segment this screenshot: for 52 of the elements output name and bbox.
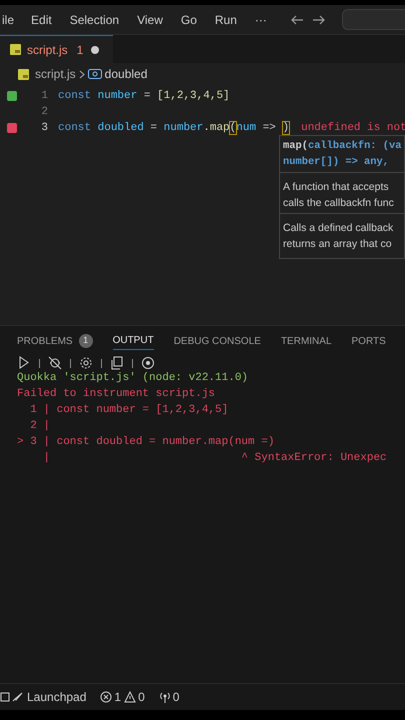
run-icon[interactable] (17, 356, 31, 370)
copy-icon[interactable] (110, 356, 124, 370)
menu-item[interactable]: ile (0, 10, 16, 28)
count-badge: 1 (78, 334, 93, 348)
js-file-icon (10, 44, 21, 55)
panel-tab[interactable]: TERMINAL (280, 332, 332, 350)
output-line: Failed to instrument script.js (17, 387, 216, 402)
chevron-right-icon (78, 70, 85, 78)
line-number: 1 (40, 88, 48, 104)
doc-text: A function that accepts (283, 180, 390, 195)
ports-count[interactable]: 0 (172, 688, 180, 706)
line-number: 2 (40, 104, 48, 120)
back-arrow-icon (290, 14, 304, 26)
output-line: Quokka 'script.js' (node: v22.11.0) (17, 371, 250, 386)
panel-tab[interactable]: DEBUG CONSOLE (174, 332, 261, 350)
launchpad-label[interactable]: Launchpad (27, 688, 86, 706)
tab-label: script.js (27, 42, 68, 58)
doc-text: returns an array that co (283, 237, 393, 252)
output-line: > 3 | const doubled = number.map(num =) (17, 435, 276, 450)
line-number: 3 (40, 120, 48, 136)
menu-item[interactable]: Selection (66, 10, 122, 28)
output-line: 2 | (29, 419, 52, 434)
breadcrumb-file[interactable]: script.js (35, 65, 76, 83)
editor-tab[interactable]: script.js 1 (0, 35, 114, 63)
error-icon (100, 691, 112, 703)
menu-item[interactable]: Run (212, 10, 240, 28)
signature-line: number[]) => any, (283, 155, 390, 170)
js-file-icon (18, 68, 29, 80)
stop-icon[interactable] (141, 356, 155, 370)
menu-item[interactable]: View (134, 10, 166, 28)
menu-item[interactable]: ··· (252, 10, 270, 28)
code-line: const doubled = number.map(num => ) (58, 120, 290, 136)
broadcast-icon (158, 691, 171, 703)
output-line: 1 | const number = [1,2,3,4,5] (29, 403, 230, 418)
breadcrumb-symbol[interactable]: doubled (104, 65, 148, 83)
warning-count[interactable]: 0 (138, 688, 145, 706)
output-line: | ^ SyntaxError: Unexpec (42, 451, 388, 466)
doc-text: Calls a defined callback (283, 221, 394, 236)
warning-icon (124, 691, 136, 703)
menu-item[interactable]: Go (178, 10, 200, 28)
doc-text: calls the callbackfn func (283, 196, 395, 211)
forward-arrow-icon (312, 14, 326, 26)
code-line: const number = [1,2,3,4,5] (58, 88, 230, 104)
problem-count: 1 (76, 42, 84, 58)
panel-tab[interactable]: PORTS (352, 332, 386, 350)
search-field[interactable] (342, 9, 405, 30)
panel-tab[interactable]: PROBLEMS 1 (17, 332, 93, 350)
panel-tab[interactable]: OUTPUT (112, 332, 154, 350)
variable-icon (88, 69, 102, 79)
error-count[interactable]: 1 (114, 688, 122, 706)
menu-item[interactable]: Edit (28, 10, 55, 28)
signature-line: map(callbackfn: (va (283, 139, 402, 154)
